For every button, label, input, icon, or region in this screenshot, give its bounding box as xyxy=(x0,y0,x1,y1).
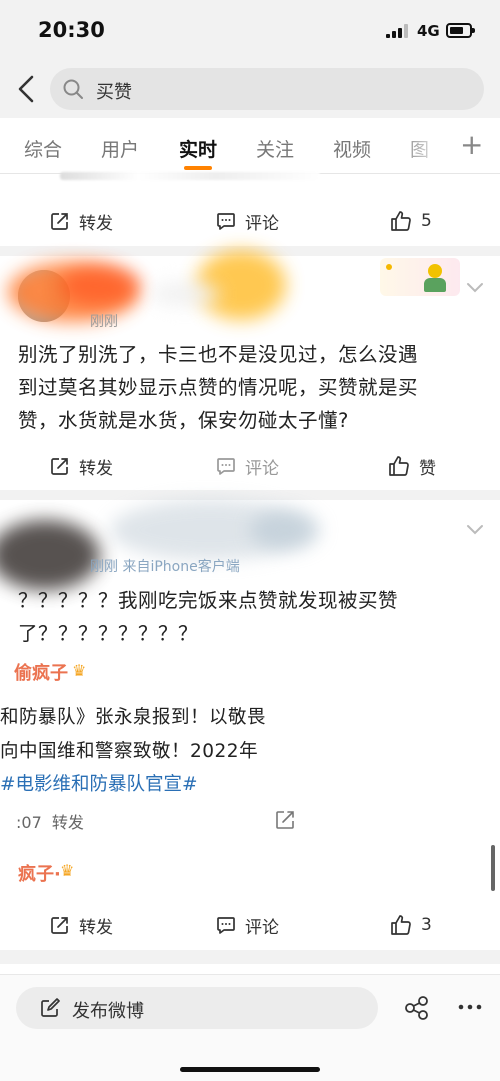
post-body: ？？？？？我刚吃完饭来点赞就发现被买赞 了？？？？？？？？ xyxy=(18,584,398,650)
post-separator xyxy=(0,490,500,500)
post-line: ？？？？？我刚吃完饭来点赞就发现被买赞 xyxy=(18,589,399,612)
edit-icon xyxy=(41,998,60,1017)
status-bar: 20:30 4G xyxy=(0,0,500,60)
repost-line: 向中国维和警察致敬！2022年 xyxy=(0,741,259,762)
repost-time: :07 转发 xyxy=(16,809,84,833)
repost-icon xyxy=(51,458,68,475)
repost-hashtag[interactable]: #电影维和防暴队官宣# xyxy=(0,770,198,796)
comment-label: 评论 xyxy=(245,458,279,479)
username-redaction xyxy=(60,266,140,306)
comment-icon xyxy=(217,458,235,475)
tab-comprehensive[interactable]: 综合 xyxy=(24,135,62,162)
like-count: 3 xyxy=(421,915,432,935)
comment-button[interactable]: 评论 xyxy=(216,441,279,491)
tab-following[interactable]: 关注 xyxy=(256,135,294,162)
thumbs-up-icon xyxy=(391,211,411,231)
tab-video[interactable]: 视频 xyxy=(333,135,371,162)
like-button[interactable]: 3 xyxy=(390,900,432,950)
crown-icon: ♛ xyxy=(60,861,75,880)
battery-icon xyxy=(446,23,475,38)
home-indicator xyxy=(180,1067,320,1072)
tab-fade xyxy=(396,118,446,170)
signal-icon xyxy=(386,24,410,38)
status-time: 20:30 xyxy=(38,18,105,42)
repost-label: 转发 xyxy=(79,458,113,479)
previous-post-actions: 转发 评论 5 xyxy=(0,196,500,246)
post-line: 到过莫名其妙显示点赞的情况呢，买赞就是买 xyxy=(18,376,419,399)
tab-users[interactable]: 用户 xyxy=(101,135,139,162)
chevron-down-icon[interactable] xyxy=(466,524,484,536)
tab-realtime[interactable]: 实时 xyxy=(179,135,217,162)
like-button[interactable]: 5 xyxy=(390,196,432,246)
repost-icon xyxy=(51,213,68,230)
post-line: 赞，水货就是水货，保安勿碰太子懂? xyxy=(18,409,349,432)
like-count: 5 xyxy=(421,211,432,231)
repost-button[interactable]: 转发 xyxy=(50,900,113,950)
second-author: 疯子· xyxy=(18,864,61,885)
avatar-redaction xyxy=(0,520,100,590)
search-input[interactable]: 买赞 xyxy=(50,68,484,110)
chevron-down-icon[interactable] xyxy=(466,282,484,294)
post-line: 了？？？？？？？？ xyxy=(18,622,199,645)
thumbs-up-icon xyxy=(389,456,409,476)
repost-label: 转发 xyxy=(51,813,84,832)
post1-actions: 转发 评论 赞 xyxy=(0,441,500,491)
repost-line: 和防暴队》张永泉报到！以敬畏 xyxy=(0,707,267,728)
embedded-repost-image[interactable]: 偷疯子 ♛ 和防暴队》张永泉报到！以敬畏 向中国维和警察致敬！2022年 #电影… xyxy=(0,655,326,847)
post-body: 别洗了别洗了，卡三也不是没见过，怎么没遇 到过莫名其妙显示点赞的情况呢，买赞就是… xyxy=(18,338,418,437)
previous-post-remnant xyxy=(60,172,320,180)
like-button[interactable]: 赞 xyxy=(388,441,436,491)
search-query: 买赞 xyxy=(96,82,132,103)
active-tab-indicator xyxy=(184,166,212,170)
tab-bar: 综合 用户 实时 关注 视频 图 + xyxy=(0,118,500,174)
repost-button[interactable]: 转发 xyxy=(50,196,113,246)
post2-actions: 转发 评论 3 xyxy=(0,900,500,950)
repost-icon xyxy=(51,917,68,934)
comment-icon xyxy=(217,213,235,230)
chevron-left-icon xyxy=(18,75,34,103)
repost-author: 偷疯子 xyxy=(14,663,68,684)
add-tab-icon[interactable]: + xyxy=(460,128,483,161)
thumbs-up-icon xyxy=(391,915,411,935)
compose-button[interactable]: 发布微博 xyxy=(16,987,378,1029)
decor-badge xyxy=(380,258,460,296)
bottom-bar: 发布微博 xyxy=(0,974,500,1081)
repost-label: 转发 xyxy=(79,213,113,234)
share-nodes-icon[interactable] xyxy=(404,995,430,1021)
comment-button[interactable]: 评论 xyxy=(216,196,279,246)
repost-label: 转发 xyxy=(79,917,113,938)
search-header: 买赞 xyxy=(0,60,500,118)
comment-label: 评论 xyxy=(245,917,279,938)
post-time: 刚刚 xyxy=(90,314,118,330)
post-separator xyxy=(0,950,500,964)
post-line: 别洗了别洗了，卡三也不是没见过，怎么没遇 xyxy=(18,343,419,366)
repost-time-value: :07 xyxy=(16,813,42,832)
comment-button[interactable]: 评论 xyxy=(216,900,279,950)
post-meta: 刚刚 来自iPhone客户端 xyxy=(90,559,240,575)
back-button[interactable] xyxy=(12,72,42,106)
comment-icon xyxy=(217,917,235,934)
username-redaction xyxy=(150,282,220,306)
like-label: 赞 xyxy=(419,458,436,479)
compose-label: 发布微博 xyxy=(72,1001,144,1022)
comment-label: 评论 xyxy=(245,213,279,234)
repost-button[interactable]: 转发 xyxy=(50,441,113,491)
network-label: 4G xyxy=(417,22,440,40)
crown-icon: ♛ xyxy=(72,661,87,680)
share-icon xyxy=(276,811,294,829)
search-icon xyxy=(63,79,83,99)
scrollbar[interactable] xyxy=(491,845,495,891)
username-redaction xyxy=(250,510,320,550)
more-icon[interactable] xyxy=(458,1003,482,1011)
